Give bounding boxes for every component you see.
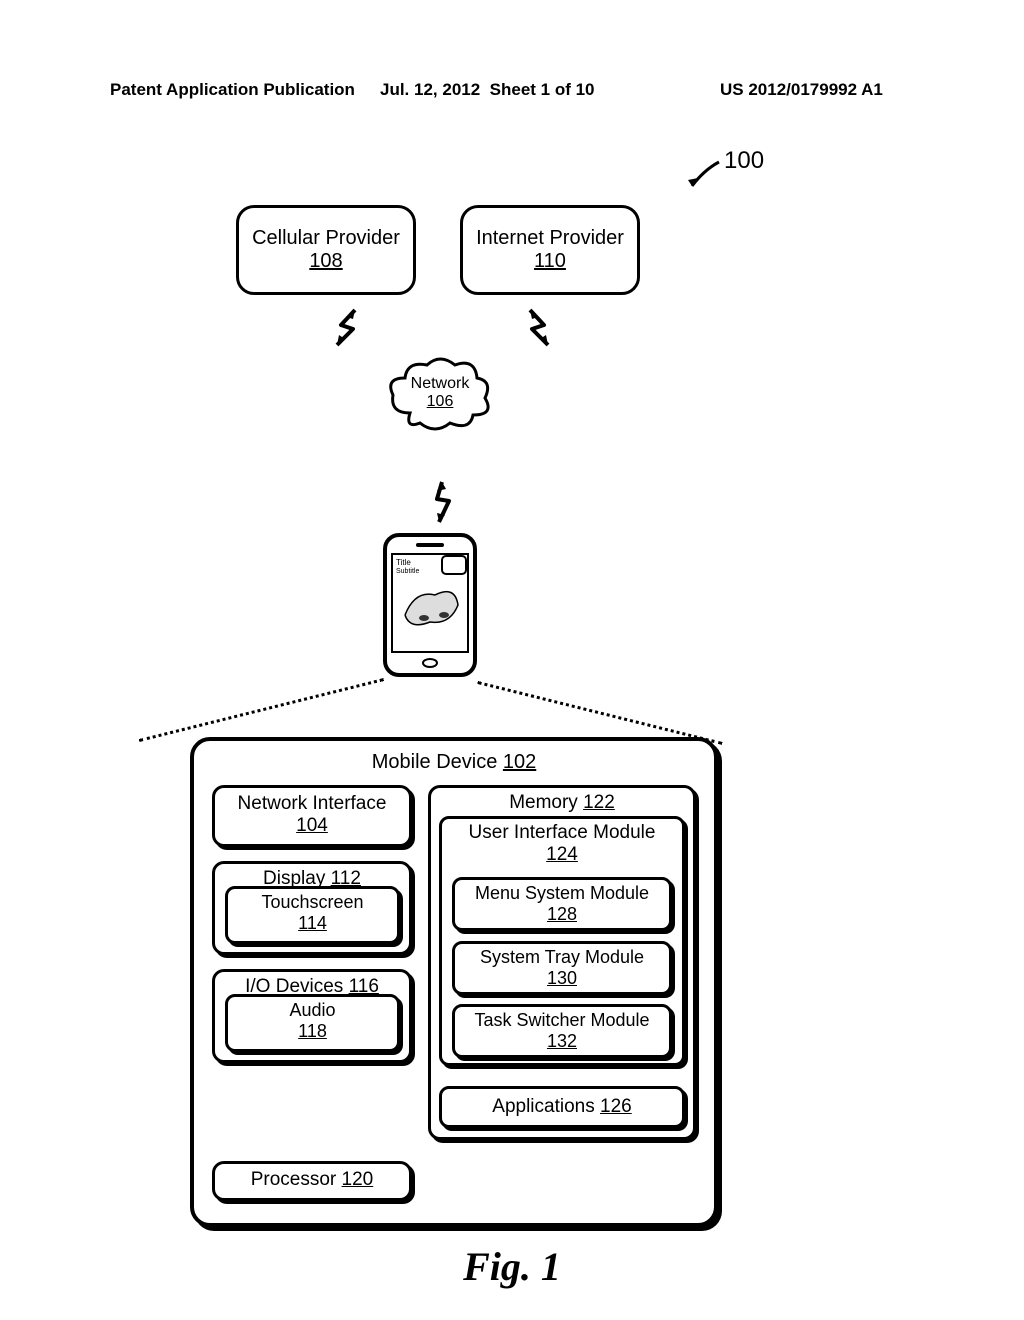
network-label: Network 106: [400, 375, 480, 411]
mobile-device-title: Mobile Device 102: [194, 741, 714, 782]
cellular-provider-box: Cellular Provider 108: [236, 205, 416, 295]
date: Jul. 12, 2012: [380, 80, 480, 99]
memory-box: Memory 122 User Interface Module 124 Men…: [428, 785, 696, 1140]
stm-box: System Tray Module 130: [452, 941, 672, 995]
applications-box: Applications 126: [439, 1086, 685, 1128]
network-ref: 106: [400, 393, 480, 411]
callout-line-left: [139, 678, 384, 742]
audio-box: Audio 118: [225, 994, 400, 1052]
display-box: Display 112 Touchscreen 114: [212, 861, 412, 955]
publication-label: Patent Application Publication: [110, 80, 355, 100]
figure-label: Fig. 1: [0, 1243, 1024, 1290]
network-interface-box: Network Interface 104: [212, 785, 412, 847]
sheet: Sheet 1 of 10: [490, 80, 595, 99]
wireless-link-2: [520, 305, 560, 355]
internet-ref: 110: [473, 250, 627, 273]
wireless-link-1: [325, 305, 365, 355]
internet-label: Internet Provider: [473, 227, 627, 250]
figure-1: 100 Cellular Provider 108 Internet Provi…: [0, 135, 1024, 1235]
internet-provider-box: Internet Provider 110: [460, 205, 640, 295]
phone-icon: Title Subtitle: [380, 530, 480, 685]
svg-text:Title: Title: [396, 558, 411, 567]
uim-box: User Interface Module 124 Menu System Mo…: [439, 816, 685, 1066]
cellular-ref: 108: [249, 250, 403, 273]
processor-box: Processor 120: [212, 1161, 412, 1201]
svg-text:Subtitle: Subtitle: [396, 568, 419, 575]
tsm-box: Task Switcher Module 132: [452, 1004, 672, 1058]
svg-text:100: 100: [724, 150, 764, 174]
date-sheet: Jul. 12, 2012 Sheet 1 of 10: [380, 80, 595, 100]
callout-line-right: [477, 681, 722, 745]
wireless-link-3: [427, 477, 457, 532]
touchscreen-box: Touchscreen 114: [225, 886, 400, 944]
mobile-device-box: Mobile Device 102 Network Interface 104 …: [190, 737, 718, 1227]
io-devices-box: I/O Devices 116 Audio 118: [212, 969, 412, 1063]
network-name: Network: [400, 375, 480, 393]
cellular-label: Cellular Provider: [249, 227, 403, 250]
msm-box: Menu System Module 128: [452, 877, 672, 931]
pubnum: US 2012/0179992 A1: [720, 80, 883, 100]
figure-ref-100: 100: [684, 150, 764, 190]
